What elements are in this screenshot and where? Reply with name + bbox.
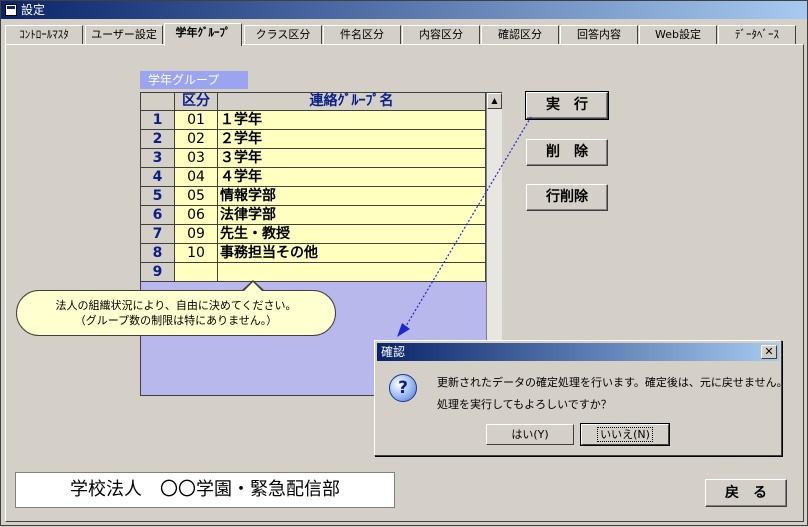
tab-content-category[interactable]: 内容区分	[402, 25, 480, 45]
code-cell[interactable]: 05	[175, 187, 218, 206]
row-number[interactable]: 4	[141, 168, 175, 187]
confirm-dialog: 確認 ✕ ? 更新されたデータの確定処理を行います。確定後は、元に戻せません。 …	[374, 340, 788, 456]
tab-grade-group[interactable]: 学年ｸﾞﾙｰﾌﾟ	[164, 23, 242, 46]
tab-confirm-category[interactable]: 確認区分	[481, 25, 559, 45]
table-row: 5 05 情報学部	[141, 187, 486, 206]
name-cell[interactable]: 法律学部	[218, 206, 486, 225]
tab-answer-content[interactable]: 回答内容	[560, 25, 638, 45]
table-row: 4 04 ４学年	[141, 168, 486, 187]
name-cell[interactable]: 事務担当その他	[218, 244, 486, 263]
question-icon: ?	[389, 374, 417, 402]
name-cell[interactable]: 先生・教授	[218, 225, 486, 244]
back-button[interactable]: 戻 る	[705, 479, 787, 507]
table-row: 1 01 １学年	[141, 111, 486, 130]
execute-button[interactable]: 実 行	[525, 91, 609, 120]
row-number[interactable]: 6	[141, 206, 175, 225]
help-callout: 法人の組織状況により、自由に決めてください。 （グループ数の制限は特にありません…	[16, 290, 336, 336]
column-header-name[interactable]: 連絡ｸﾞﾙｰﾌﾟ名	[218, 93, 486, 111]
code-cell[interactable]: 09	[175, 225, 218, 244]
window-title: 設定	[21, 3, 46, 17]
row-number[interactable]: 1	[141, 111, 175, 130]
row-number[interactable]: 8	[141, 244, 175, 263]
column-header-code[interactable]: 区分	[175, 93, 218, 111]
code-cell[interactable]: 06	[175, 206, 218, 225]
no-button-label: いいえ(N)	[597, 427, 653, 442]
tab-control-master[interactable]: ｺﾝﾄﾛｰﾙﾏｽﾀ	[5, 25, 83, 45]
no-button[interactable]: いいえ(N)	[580, 423, 670, 446]
tab-strip: ｺﾝﾄﾛｰﾙﾏｽﾀ ユーザー設定 学年ｸﾞﾙｰﾌﾟ クラス区分 件名区分 内容区…	[5, 23, 805, 46]
dialog-message-2: 処理を実行してもよろしいですか？	[437, 398, 612, 411]
close-icon[interactable]: ✕	[761, 345, 777, 359]
code-cell[interactable]	[175, 263, 218, 282]
yes-button[interactable]: はい(Y)	[486, 424, 574, 445]
name-cell[interactable]: 情報学部	[218, 187, 486, 206]
callout-line-2: （グループ数の制限は特にありません。）	[74, 314, 278, 327]
code-cell[interactable]: 02	[175, 130, 218, 149]
table-row: 6 06 法律学部	[141, 206, 486, 225]
table-row: 9	[141, 263, 486, 282]
table-row: 2 02 ２学年	[141, 130, 486, 149]
delete-button[interactable]: 削 除	[526, 139, 608, 166]
name-cell[interactable]: ４学年	[218, 168, 486, 187]
grid-corner[interactable]	[141, 93, 175, 111]
row-number[interactable]: 2	[141, 130, 175, 149]
table-row: 3 03 ３学年	[141, 149, 486, 168]
name-cell[interactable]: ３学年	[218, 149, 486, 168]
code-cell[interactable]: 10	[175, 244, 218, 263]
organization-name: 学校法人 〇〇学園・緊急配信部	[15, 472, 395, 508]
code-cell[interactable]: 04	[175, 168, 218, 187]
table-row: 8 10 事務担当その他	[141, 244, 486, 263]
tab-user-settings[interactable]: ユーザー設定	[85, 25, 163, 45]
window-icon	[5, 4, 17, 16]
dialog-message-1: 更新されたデータの確定処理を行います。確定後は、元に戻せません。	[437, 376, 788, 389]
row-number[interactable]: 3	[141, 149, 175, 168]
tab-subject-category[interactable]: 件名区分	[323, 25, 401, 45]
row-delete-button[interactable]: 行削除	[526, 184, 608, 211]
code-cell[interactable]: 03	[175, 149, 218, 168]
settings-window: 設定 ｺﾝﾄﾛｰﾙﾏｽﾀ ユーザー設定 学年ｸﾞﾙｰﾌﾟ クラス区分 件名区分 …	[0, 0, 808, 526]
callout-line-1: 法人の組織状況により、自由に決めてください。	[55, 299, 297, 312]
dialog-title: 確認	[381, 345, 406, 359]
code-cell[interactable]: 01	[175, 111, 218, 130]
title-bar: 設定	[1, 1, 807, 19]
row-number[interactable]: 9	[141, 263, 175, 282]
callout-tail-fill	[243, 282, 263, 292]
dialog-title-bar: 確認 ✕	[377, 343, 779, 361]
tab-database[interactable]: ﾃﾞｰﾀﾍﾞｰｽ	[718, 25, 796, 45]
row-number[interactable]: 7	[141, 225, 175, 244]
tab-web-settings[interactable]: Web設定	[639, 25, 717, 45]
table-row: 7 09 先生・教授	[141, 225, 486, 244]
row-number[interactable]: 5	[141, 187, 175, 206]
section-label: 学年グループ	[140, 71, 248, 89]
grid-header: 区分 連絡ｸﾞﾙｰﾌﾟ名	[141, 93, 486, 111]
tab-class-category[interactable]: クラス区分	[244, 25, 322, 45]
name-cell[interactable]: ２学年	[218, 130, 486, 149]
scroll-up-arrow-icon[interactable]: ▲	[487, 93, 502, 109]
name-cell[interactable]: １学年	[218, 111, 486, 130]
